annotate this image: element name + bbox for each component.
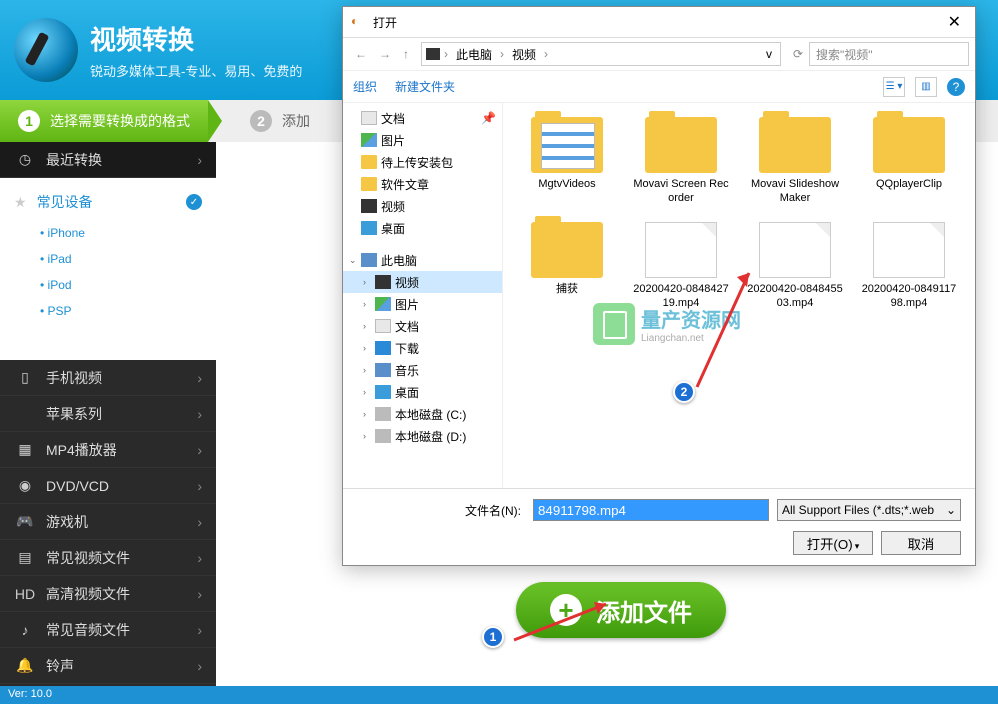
app-logo-icon [14,18,78,82]
nav-back-icon[interactable]: ← [349,43,373,65]
organize-menu[interactable]: 组织 [353,78,377,95]
cat-mp4[interactable]: ▦MP4播放器› [0,432,216,468]
cat-hd-video[interactable]: HD高清视频文件› [0,576,216,612]
folder-tree: 文档📌 图片 待上传安装包 软件文章 视频 桌面 ⌄此电脑 ›视频 ›图片 ›文… [343,103,503,488]
cat-game[interactable]: 🎮游戏机› [0,504,216,540]
tree-articles[interactable]: 软件文章 [343,173,502,195]
mp4-icon: ▦ [14,439,36,461]
disc-icon: ◉ [14,475,36,497]
tree-downloads[interactable]: ›下载 [343,337,502,359]
dialog-titlebar: ◐ 打开 ✕ [343,7,975,37]
bell-icon: 🔔 [14,655,36,677]
add-file-button[interactable]: + 添加文件 [516,582,726,638]
device-iphone[interactable]: iPhone [0,220,216,246]
open-dialog: ◐ 打开 ✕ ← → ↑ › 此电脑 › 视频 › v ⟳ 搜索"视频" 组织 … [342,6,976,566]
cat-apple[interactable]: 苹果系列› [0,396,216,432]
tree-this-pc[interactable]: ⌄此电脑 [343,249,502,271]
video-folder-icon [426,48,440,60]
app-title: 视频转换 [90,20,302,57]
tree-pictures-pc[interactable]: ›图片 [343,293,502,315]
tree-install[interactable]: 待上传安装包 [343,151,502,173]
cat-common-audio[interactable]: ♪常见音频文件› [0,612,216,648]
file-list: MgtvVideos Movavi Screen Recorder Movavi… [503,103,975,488]
cancel-button[interactable]: 取消 [881,531,961,555]
annotation-badge-1: 1 [482,626,504,648]
file-item[interactable]: 20200420-084842719.mp4 [627,218,735,315]
film-icon: ▤ [14,547,36,569]
help-icon[interactable]: ? [947,78,965,96]
filename-input[interactable] [533,499,769,521]
file-item[interactable]: 20200420-084845503.mp4 [741,218,849,315]
music-icon: ♪ [14,619,36,641]
preview-pane-button[interactable]: ▥ [915,77,937,97]
chevron-right-icon: › [197,152,202,168]
sidebar-common-devices-header[interactable]: ★ 常见设备 ✓ [0,184,216,220]
nav-up-icon[interactable]: ↑ [397,43,415,65]
app-small-icon: ◐ [351,14,367,30]
filename-label: 文件名(N): [465,502,521,519]
step-2-label: 添加 [282,111,310,131]
star-icon: ★ [14,194,27,211]
tree-desktop-quick[interactable]: 桌面 [343,217,502,239]
tree-videos[interactable]: ›视频 [343,271,502,293]
file-item[interactable]: MgtvVideos [513,113,621,210]
tree-disk-c[interactable]: ›本地磁盘 (C:) [343,403,502,425]
sidebar-recent[interactable]: ◷ 最近转换 › [0,142,216,178]
apple-icon [14,403,36,425]
tree-documents-pc[interactable]: ›文档 [343,315,502,337]
file-item[interactable]: QQplayerClip [855,113,963,210]
annotation-badge-2: 2 [673,381,695,403]
file-item[interactable]: Movavi Slideshow Maker [741,113,849,210]
file-filter[interactable]: All Support Files (*.dts;*.web⌄ [777,499,961,521]
device-psp[interactable]: PSP [0,298,216,324]
step-1[interactable]: 1 选择需要转换成的格式 [0,100,208,142]
cat-common-video[interactable]: ▤常见视频文件› [0,540,216,576]
search-input[interactable]: 搜索"视频" [809,42,969,66]
view-mode-button[interactable]: ☰ ▾ [883,77,905,97]
file-item[interactable]: 20200420-084911798.mp4 [855,218,963,315]
sidebar: ◷ 最近转换 › ★ 常见设备 ✓ iPhone iPad iPod PSP ▯… [0,142,216,686]
cat-phone-video[interactable]: ▯手机视频› [0,360,216,396]
phone-icon: ▯ [14,367,36,389]
dialog-title: 打开 [373,14,397,31]
dialog-toolbar: 组织 新建文件夹 ☰ ▾ ▥ ? [343,71,975,103]
dialog-footer: 文件名(N): All Support Files (*.dts;*.web⌄ … [343,489,975,565]
file-item[interactable]: 捕获 [513,218,621,315]
app-subtitle: 锐动多媒体工具-专业、易用、免费的 [90,61,302,80]
cat-ringtone[interactable]: 🔔铃声› [0,648,216,684]
clock-icon: ◷ [14,149,36,171]
version-bar: Ver: 10.0 [0,686,998,704]
tree-disk-d[interactable]: ›本地磁盘 (D:) [343,425,502,447]
nav-fwd-icon[interactable]: → [373,43,397,65]
sidebar-common-devices: ★ 常见设备 ✓ iPhone iPad iPod PSP [0,178,216,360]
hd-icon: HD [14,583,36,605]
step-2[interactable]: 2 添加 [232,100,328,142]
tree-documents[interactable]: 文档📌 [343,107,502,129]
breadcrumb[interactable]: › 此电脑 › 视频 › v [421,42,781,66]
device-ipod[interactable]: iPod [0,272,216,298]
tree-desktop[interactable]: ›桌面 [343,381,502,403]
tree-pictures[interactable]: 图片 [343,129,502,151]
step-1-label: 选择需要转换成的格式 [50,111,190,131]
new-folder-button[interactable]: 新建文件夹 [395,78,455,95]
refresh-icon[interactable]: ⟳ [787,43,809,65]
gamepad-icon: 🎮 [14,511,36,533]
dialog-nav: ← → ↑ › 此电脑 › 视频 › v ⟳ 搜索"视频" [343,37,975,71]
device-ipad[interactable]: iPad [0,246,216,272]
close-icon[interactable]: ✕ [942,12,967,32]
check-icon: ✓ [186,194,202,210]
tree-music[interactable]: ›音乐 [343,359,502,381]
plus-icon: + [550,594,582,626]
open-button[interactable]: 打开(O)▾ [793,531,873,555]
cat-dvd[interactable]: ◉DVD/VCD› [0,468,216,504]
tree-videos-quick[interactable]: 视频 [343,195,502,217]
file-item[interactable]: Movavi Screen Recorder [627,113,735,210]
